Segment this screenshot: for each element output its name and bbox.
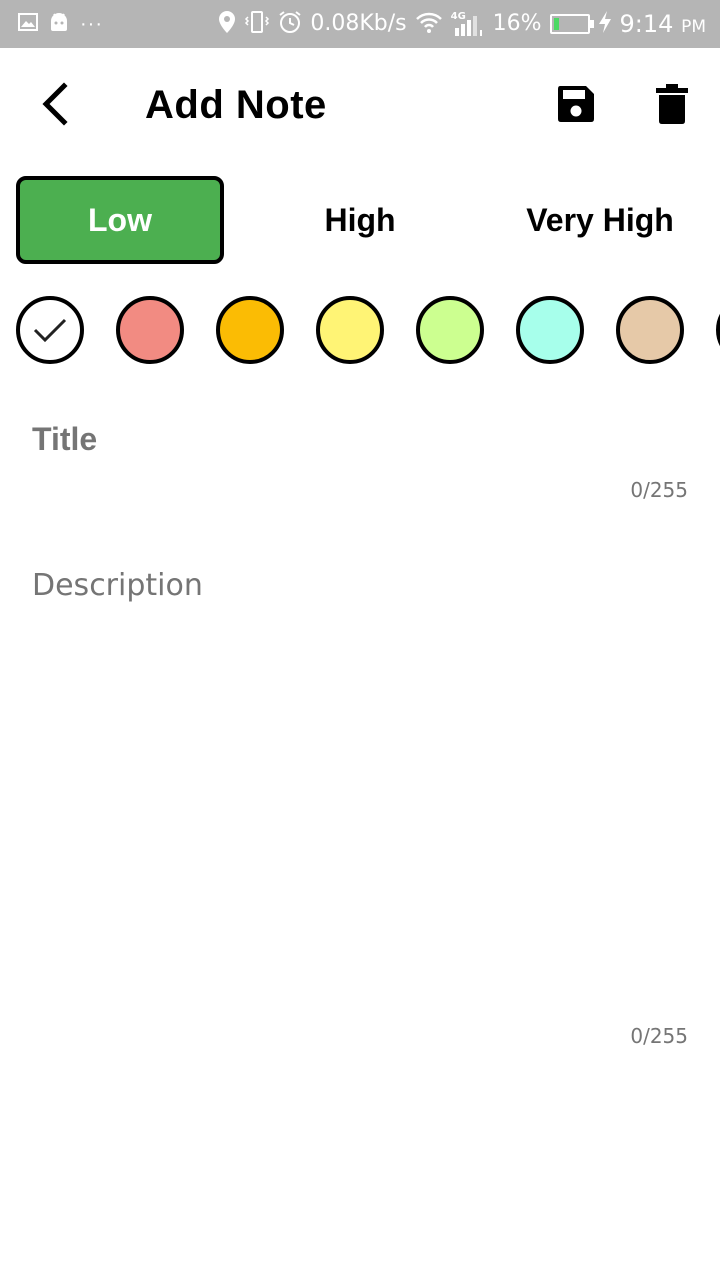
priority-low-button[interactable]: Low [16,176,224,264]
clock-time: 9:14 [619,10,674,38]
checkmark-icon [33,318,67,343]
app-bar: Add Note [0,48,720,160]
color-swatch[interactable] [416,296,484,364]
priority-very-high-button[interactable]: Very High [496,176,704,264]
battery-level [553,18,559,30]
status-bar: ··· 0.08Kb/s 4G 16% 9:14 PM [0,0,720,48]
delete-button[interactable] [655,84,689,124]
color-swatch[interactable] [116,296,184,364]
description-char-counter: 0/255 [630,1024,688,1048]
color-swatch[interactable] [216,296,284,364]
priority-selector: Low High Very High [16,176,720,264]
charging-icon [598,10,612,39]
color-picker [0,296,720,364]
priority-high-button[interactable]: High [256,176,464,264]
location-icon [218,10,236,39]
android-icon [48,11,70,38]
page-title: Add Note [145,83,327,127]
title-char-counter: 0/255 [630,478,688,502]
color-swatch[interactable] [316,296,384,364]
alarm-icon [278,10,302,39]
wifi-icon [415,11,443,38]
clock: 9:14 PM [620,10,706,38]
back-button[interactable] [36,82,76,126]
description-input[interactable] [32,568,688,1008]
status-bar-right: 0.08Kb/s 4G 16% 9:14 PM [218,8,706,40]
delete-icon [655,84,689,128]
battery-percent: 16% [492,11,542,36]
title-input[interactable] [32,414,688,464]
signal-icon: 4G [451,11,485,37]
save-button[interactable] [556,84,596,124]
status-bar-left: ··· [18,10,103,38]
vibrate-icon [244,10,270,39]
color-swatch[interactable] [616,296,684,364]
network-speed: 0.08Kb/s [310,11,407,36]
color-swatch[interactable] [716,296,720,364]
color-swatch[interactable] [16,296,84,364]
color-swatch[interactable] [516,296,584,364]
battery-icon [549,14,594,34]
back-arrow-icon [36,82,76,130]
clock-ampm: PM [681,17,706,37]
more-notifications-icon: ··· [80,12,103,35]
gallery-icon [18,12,38,37]
save-icon [556,86,596,128]
